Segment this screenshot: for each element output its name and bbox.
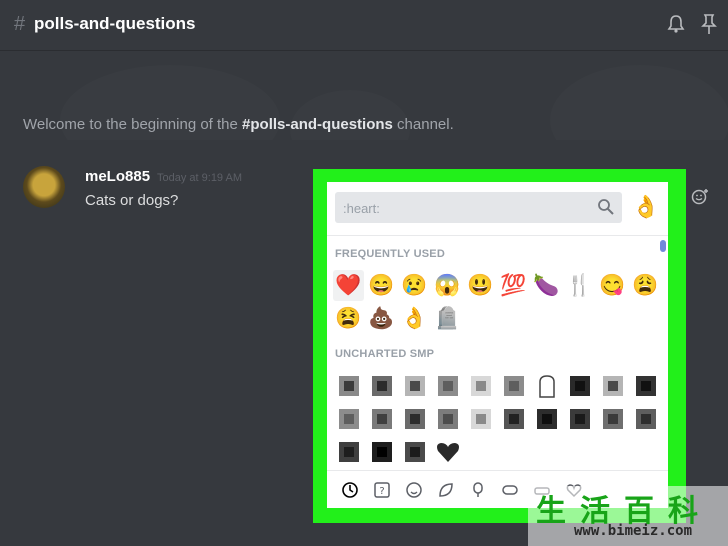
emoji-heart[interactable] (432, 436, 463, 467)
emoji-spider[interactable] (366, 436, 397, 467)
hash-icon: # (14, 13, 26, 35)
leaf-icon[interactable] (433, 477, 459, 503)
skin-tone-selector[interactable]: 👌 (631, 192, 661, 222)
svg-text:?: ? (379, 486, 384, 497)
emoji-dirt-block[interactable] (432, 403, 463, 434)
welcome-prefix: Welcome to the beginning of the (23, 116, 243, 133)
emoji-100[interactable]: 💯 (498, 270, 529, 301)
welcome-channel[interactable]: #polls-and-questions (242, 116, 393, 133)
emoji-boot[interactable] (531, 403, 562, 434)
emoji-heart[interactable]: ❤️ (333, 270, 364, 301)
avatar[interactable] (23, 166, 65, 208)
emoji-stone-block[interactable] (333, 403, 364, 434)
emoji-chest[interactable] (333, 436, 364, 467)
emoji-rip-grave[interactable] (531, 370, 562, 401)
emoji-search-input[interactable] (341, 196, 585, 220)
emoji-headstone[interactable]: 🪦 (432, 303, 463, 334)
section-frequently-used-label: FREQUENTLY USED (335, 248, 445, 260)
timestamp: Today at 9:19 AM (157, 172, 242, 184)
username[interactable]: meLo885 (85, 168, 150, 185)
emoji-person-photo[interactable] (597, 370, 628, 401)
emoji-golem[interactable] (366, 403, 397, 434)
emoji-weary[interactable]: 😩 (630, 270, 661, 301)
emoji-smiley[interactable]: 😃 (465, 270, 496, 301)
frequent-row-2: 😫 💩 👌 🪦 (333, 303, 463, 334)
welcome-text: Welcome to the beginning of the #polls-a… (23, 116, 454, 133)
game-controller-icon[interactable] (497, 477, 523, 503)
face-icon[interactable] (401, 477, 427, 503)
unknown-box-icon[interactable]: ? (369, 477, 395, 503)
welcome-suffix: channel. (392, 116, 454, 133)
emoji-sheep[interactable] (465, 370, 496, 401)
emoji-zombie[interactable] (630, 403, 661, 434)
message-text: Cats or dogs? (85, 192, 179, 209)
frequent-row-1: ❤️ 😄 😢 😱 😃 💯 🍆 🍴 😋 😩 (333, 270, 661, 301)
pin-icon[interactable] (700, 13, 718, 35)
search-icon[interactable] (597, 198, 615, 216)
bell-icon[interactable] (666, 14, 686, 34)
emoji-pickaxe[interactable] (630, 370, 661, 401)
emoji-search-box[interactable] (335, 192, 622, 223)
add-reaction-icon[interactable] (691, 188, 709, 206)
emoji-sheep[interactable] (465, 403, 496, 434)
emoji-smile[interactable]: 😄 (366, 270, 397, 301)
emoji-ore-block[interactable] (498, 403, 529, 434)
emoji-tired-face[interactable]: 😫 (333, 303, 364, 334)
emoji-picker: 👌 FREQUENTLY USED ❤️ 😄 😢 😱 😃 💯 🍆 🍴 😋 😩 😫… (327, 182, 668, 508)
emoji-yum[interactable]: 😋 (597, 270, 628, 301)
channel-title: polls-and-questions (34, 14, 196, 33)
emoji-crafting-table[interactable] (366, 370, 397, 401)
emoji-ok-hand[interactable]: 👌 (399, 303, 430, 334)
emoji-fork-knife[interactable]: 🍴 (564, 270, 595, 301)
emoji-creeper-head[interactable] (399, 436, 430, 467)
emoji-poop[interactable]: 💩 (366, 303, 397, 334)
scrollbar-thumb[interactable] (660, 240, 666, 252)
emoji-stone-block[interactable] (498, 370, 529, 401)
emoji-scream[interactable]: 😱 (432, 270, 463, 301)
emoji-person-photo[interactable] (399, 370, 430, 401)
watermark-url: www.bimeiz.com (574, 523, 693, 539)
emoji-coal-block[interactable] (564, 370, 595, 401)
emoji-eggplant[interactable]: 🍆 (531, 270, 562, 301)
channel-header: # polls-and-questions (0, 0, 728, 51)
section-uncharted-smp-label: UNCHARTED SMP (335, 348, 435, 360)
popsicle-icon[interactable] (465, 477, 491, 503)
divider (327, 235, 668, 236)
clock-icon[interactable] (337, 477, 363, 503)
emoji-tnt-block[interactable] (597, 403, 628, 434)
site-watermark: 生活百科 www.bimeiz.com (528, 486, 728, 546)
emoji-crafting-table[interactable] (399, 403, 430, 434)
emoji-redstone-torch[interactable] (564, 403, 595, 434)
emoji-steve-skin[interactable] (333, 370, 364, 401)
emoji-stone-block[interactable] (432, 370, 463, 401)
emoji-cry[interactable]: 😢 (399, 270, 430, 301)
